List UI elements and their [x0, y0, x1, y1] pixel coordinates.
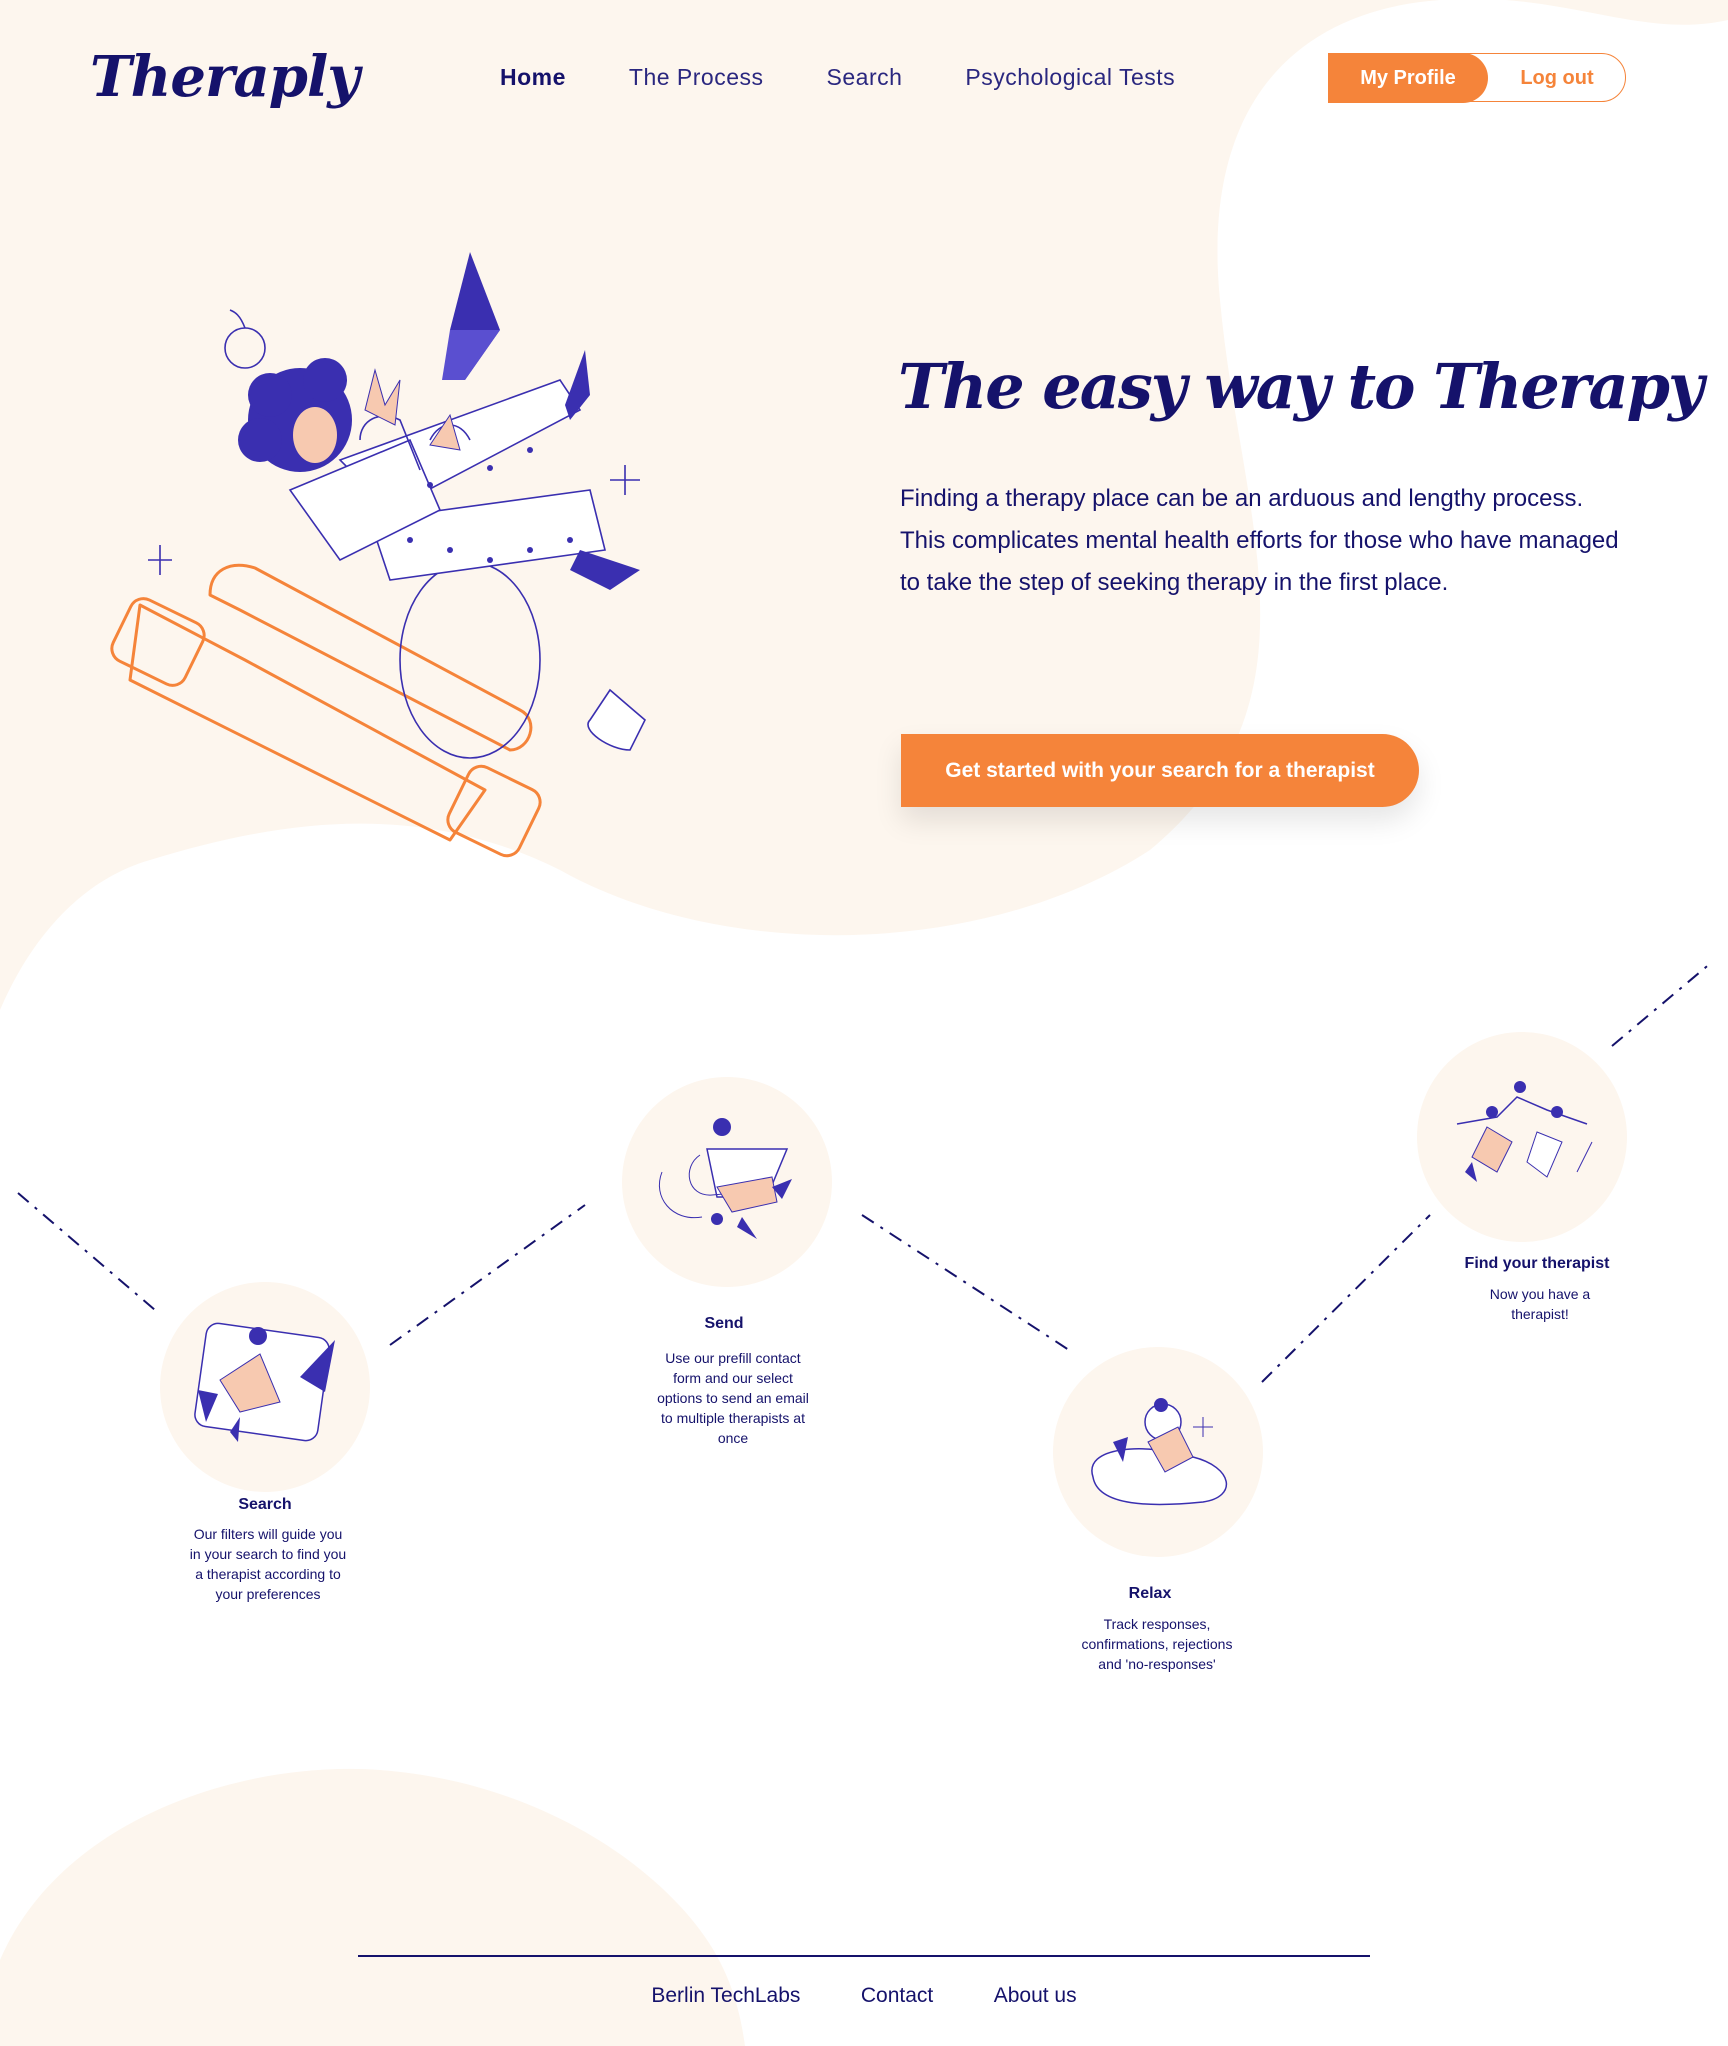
get-started-button[interactable]: Get started with your search for a thera…	[901, 734, 1419, 807]
main-nav: Home The Process Search Psychological Te…	[500, 64, 1238, 91]
footer-link-berlin-techlabs[interactable]: Berlin TechLabs	[651, 1984, 800, 2007]
step-search-title: Search	[238, 1496, 292, 1513]
log-out-button[interactable]: Log out	[1490, 53, 1624, 103]
step-find-title: Find your therapist	[1464, 1255, 1610, 1272]
footer: Berlin TechLabs Contact About us	[0, 1984, 1728, 2008]
nav-psychological-tests[interactable]: Psychological Tests	[965, 64, 1175, 91]
logo[interactable]: Theraply	[90, 44, 360, 110]
relax-person-icon	[1091, 1398, 1228, 1506]
step-find-desc: Now you have a therapist!	[1489, 1286, 1591, 1322]
step-send-desc: Use our prefill contact form and our sel…	[657, 1350, 809, 1446]
auth-buttons: My Profile Log out	[1328, 53, 1626, 103]
step-search-desc: Our filters will guide you in your searc…	[189, 1526, 347, 1602]
step-search-circle	[160, 1282, 370, 1492]
nav-search[interactable]: Search	[827, 64, 903, 91]
nav-home[interactable]: Home	[500, 64, 566, 91]
footer-link-contact[interactable]: Contact	[861, 1984, 933, 2007]
my-profile-button[interactable]: My Profile	[1328, 53, 1488, 103]
people-holding-hands-icon	[1456, 1081, 1593, 1182]
step-relax-title: Relax	[1128, 1585, 1172, 1602]
step-send-title: Send	[704, 1315, 744, 1332]
step-find-circle	[1417, 1032, 1627, 1242]
footer-link-about-us[interactable]: About us	[994, 1984, 1077, 2007]
step-send-circle	[622, 1077, 832, 1287]
envelope-person-icon	[658, 1118, 792, 1239]
process-path	[17, 961, 1713, 1383]
laptop-person-icon	[194, 1322, 335, 1442]
step-relax-desc: Track responses, confirmations, rejectio…	[1081, 1616, 1233, 1672]
footer-divider	[358, 1955, 1370, 1957]
hero-title: The easy way to Therapy	[898, 350, 1704, 423]
hero-description: Finding a therapy place can be an arduou…	[900, 485, 1619, 596]
nav-the-process[interactable]: The Process	[629, 64, 764, 91]
step-relax-circle	[1053, 1347, 1263, 1557]
